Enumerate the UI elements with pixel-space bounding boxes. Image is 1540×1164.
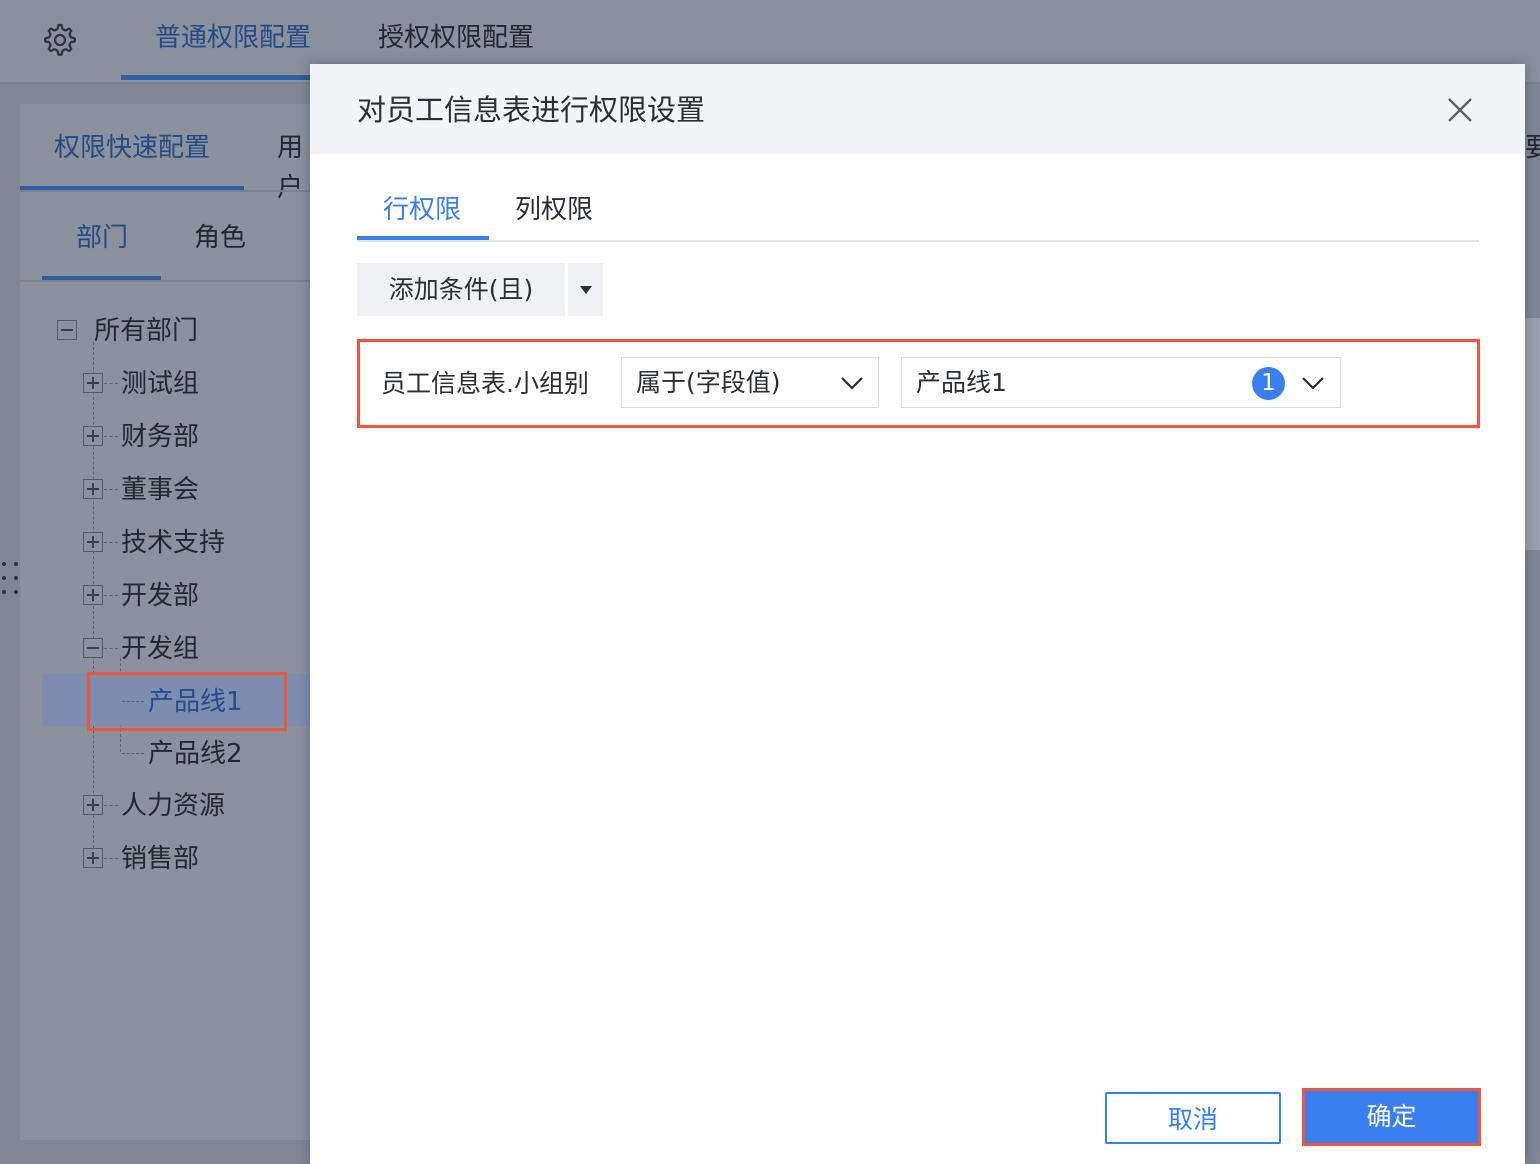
drag-handle-icon[interactable]: [0, 560, 24, 596]
operator-select[interactable]: 属于(字段值): [621, 357, 879, 408]
add-condition-dropdown[interactable]: [568, 263, 603, 316]
expand-icon[interactable]: [83, 848, 103, 868]
expand-icon[interactable]: [83, 426, 103, 446]
highlight-box: [87, 672, 287, 731]
dialog-header: 对员工信息表进行权限设置: [310, 64, 1525, 154]
tree-node[interactable]: 产品线2: [148, 736, 243, 772]
tree-connector: [104, 858, 118, 859]
close-icon[interactable]: [1446, 96, 1474, 124]
tree-node[interactable]: 人力资源: [121, 788, 225, 824]
tree-node-root[interactable]: 所有部门: [94, 313, 198, 349]
tree-node[interactable]: 销售部: [121, 841, 199, 877]
tab-role[interactable]: 角色: [194, 218, 246, 258]
chevron-down-icon: [1302, 377, 1324, 390]
expand-icon[interactable]: [83, 585, 103, 605]
subtabs-divider: [20, 280, 320, 282]
collapse-icon[interactable]: [57, 320, 77, 340]
tree-connector: [104, 436, 118, 437]
condition-field-label: 员工信息表.小组别: [381, 369, 589, 398]
tree-node[interactable]: 测试组: [121, 366, 199, 402]
tree-connector: [122, 753, 144, 754]
tree-connector: [104, 805, 118, 806]
tree-node[interactable]: 董事会: [121, 472, 199, 508]
selected-count-badge: 1: [1252, 367, 1285, 400]
tab-normal-permission[interactable]: 普通权限配置: [155, 18, 311, 58]
tree-connector: [104, 595, 118, 596]
tab-row-permission[interactable]: 行权限: [383, 190, 461, 230]
tree-node[interactable]: 财务部: [121, 419, 199, 455]
expand-icon[interactable]: [83, 373, 103, 393]
tree-connector: [104, 489, 118, 490]
tab-authorization-permission[interactable]: 授权权限配置: [378, 18, 534, 58]
tree-node[interactable]: 开发部: [121, 578, 199, 614]
expand-icon[interactable]: [83, 479, 103, 499]
cancel-button[interactable]: 取消: [1105, 1092, 1281, 1144]
gear-icon[interactable]: [40, 20, 80, 60]
expand-icon[interactable]: [83, 795, 103, 815]
permission-settings-dialog: 对员工信息表进行权限设置 行权限 列权限 添加条件(且) 员工信息表.小组别 属…: [310, 64, 1525, 1164]
value-select[interactable]: 产品线1 1: [901, 357, 1341, 408]
dialog-title: 对员工信息表进行权限设置: [357, 93, 706, 127]
tree-node[interactable]: 开发组: [121, 631, 199, 667]
permission-side-panel: 权限快速配置 用户 部门 角色: [20, 104, 320, 1140]
value-text: 产品线1: [916, 368, 1007, 397]
background-text-fragment: 要: [1525, 133, 1540, 163]
expand-icon[interactable]: [83, 532, 103, 552]
tree-connector: [104, 542, 118, 543]
confirm-button[interactable]: 确定: [1302, 1088, 1481, 1146]
tree-connector: [104, 383, 118, 384]
tab-department[interactable]: 部门: [76, 218, 128, 258]
background-panel-edge: [1524, 318, 1540, 550]
active-tab-indicator: [121, 75, 311, 80]
row-permission-underline: [357, 236, 489, 240]
tabs-divider: [20, 190, 320, 192]
tree-node[interactable]: 技术支持: [121, 525, 225, 561]
tab-column-permission[interactable]: 列权限: [515, 190, 593, 230]
operator-value: 属于(字段值): [636, 368, 781, 397]
collapse-icon[interactable]: [83, 638, 103, 658]
add-condition-button[interactable]: 添加条件(且): [357, 263, 565, 316]
tree-connector: [104, 648, 118, 649]
confirm-button-label: 确定: [1305, 1091, 1478, 1143]
chevron-down-icon: [841, 377, 863, 390]
tab-quick-config[interactable]: 权限快速配置: [54, 128, 210, 168]
dialog-tabs-divider: [357, 240, 1479, 242]
